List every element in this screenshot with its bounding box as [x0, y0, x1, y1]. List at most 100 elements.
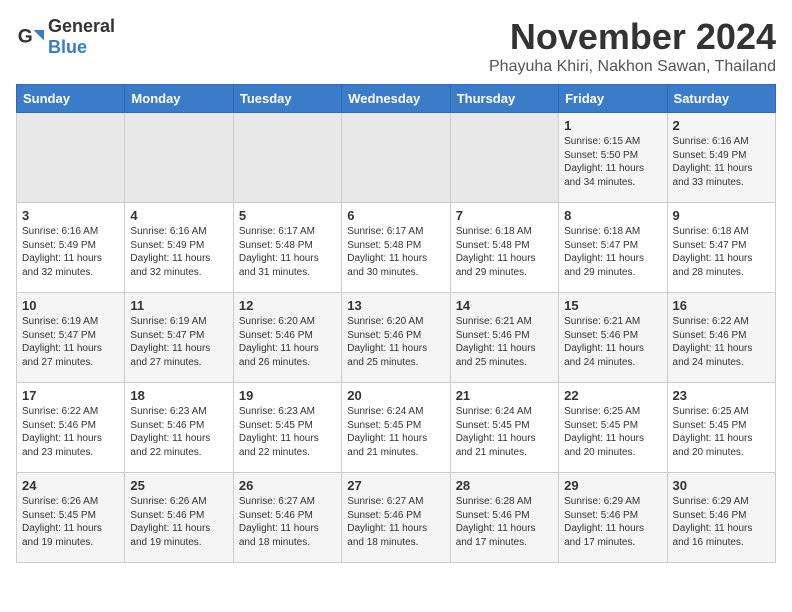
day-number: 20: [347, 388, 444, 403]
day-number: 16: [673, 298, 770, 313]
day-number: 17: [22, 388, 119, 403]
calendar-day-cell: 10Sunrise: 6:19 AM Sunset: 5:47 PM Dayli…: [17, 293, 125, 383]
day-number: 21: [456, 388, 553, 403]
calendar-day-cell: 6 Sunrise: 6:17 AM Sunset: 5:48 PM Daylig…: [342, 203, 450, 293]
day-info: Sunrise: 6:29 AM Sunset: 5:46 PM Dayligh…: [564, 495, 661, 549]
day-info: Sunrise: 6:29 AM Sunset: 5:46 PM Dayligh…: [673, 495, 770, 549]
calendar-day-cell: 14Sunrise: 6:21 AM Sunset: 5:46 PM Dayli…: [450, 293, 558, 383]
calendar-day-cell: 11 Sunrise: 6:19 AM Sunset: 5:47 PM Dayli…: [125, 293, 233, 383]
calendar-week-row: 3 Sunrise: 6:16 AM Sunset: 5:49 PM Daylig…: [17, 203, 776, 293]
calendar-day-cell: [450, 113, 558, 203]
calendar-day-cell: 15 Sunrise: 6:21 AM Sunset: 5:46 PM Dayli…: [559, 293, 667, 383]
day-info: Sunrise: 6:18 AM Sunset: 5:47 PM Dayligh…: [673, 225, 770, 279]
calendar-day-cell: 28 Sunrise: 6:28 AM Sunset: 5:46 PM Dayli…: [450, 473, 558, 563]
day-number: 1: [564, 118, 661, 133]
day-info: Sunrise: 6:25 AM Sunset: 5:45 PM Dayligh…: [673, 405, 770, 459]
day-info: Sunrise: 6:27 AM Sunset: 5:46 PM Dayligh…: [347, 495, 444, 549]
calendar-day-cell: [233, 113, 341, 203]
day-number: 12: [239, 298, 336, 313]
calendar-day-cell: 24 Sunrise: 6:26 AM Sunset: 5:45 PM Dayli…: [17, 473, 125, 563]
calendar-day-cell: 16Sunrise: 6:22 AM Sunset: 5:46 PM Dayli…: [667, 293, 775, 383]
day-info: Sunrise: 6:25 AM Sunset: 5:45 PM Dayligh…: [564, 405, 661, 459]
day-number: 28: [456, 478, 553, 493]
day-number: 18: [130, 388, 227, 403]
day-info: Sunrise: 6:17 AM Sunset: 5:48 PM Dayligh…: [347, 225, 444, 279]
day-info: Sunrise: 6:19 AM Sunset: 5:47 PM Dayligh…: [130, 315, 227, 369]
calendar-body: 1 Sunrise: 6:15 AM Sunset: 5:50 PM Daylig…: [17, 113, 776, 563]
day-number: 27: [347, 478, 444, 493]
day-info: Sunrise: 6:20 AM Sunset: 5:46 PM Dayligh…: [239, 315, 336, 369]
weekday-header-cell: Monday: [125, 85, 233, 113]
day-number: 29: [564, 478, 661, 493]
day-number: 14: [456, 298, 553, 313]
logo: G General Blue: [16, 16, 115, 58]
weekday-header-cell: Saturday: [667, 85, 775, 113]
day-info: Sunrise: 6:16 AM Sunset: 5:49 PM Dayligh…: [130, 225, 227, 279]
calendar-day-cell: 21 Sunrise: 6:24 AM Sunset: 5:45 PM Dayli…: [450, 383, 558, 473]
day-number: 7: [456, 208, 553, 223]
calendar-day-cell: 5 Sunrise: 6:17 AM Sunset: 5:48 PM Daylig…: [233, 203, 341, 293]
weekday-header-cell: Sunday: [17, 85, 125, 113]
calendar-day-cell: 4 Sunrise: 6:16 AM Sunset: 5:49 PM Daylig…: [125, 203, 233, 293]
weekday-header-cell: Wednesday: [342, 85, 450, 113]
day-info: Sunrise: 6:24 AM Sunset: 5:45 PM Dayligh…: [347, 405, 444, 459]
day-info: Sunrise: 6:26 AM Sunset: 5:46 PM Dayligh…: [130, 495, 227, 549]
calendar-week-row: 10Sunrise: 6:19 AM Sunset: 5:47 PM Dayli…: [17, 293, 776, 383]
svg-text:G: G: [18, 26, 33, 47]
day-number: 5: [239, 208, 336, 223]
calendar-day-cell: 8 Sunrise: 6:18 AM Sunset: 5:47 PM Daylig…: [559, 203, 667, 293]
calendar-day-cell: 29 Sunrise: 6:29 AM Sunset: 5:46 PM Dayli…: [559, 473, 667, 563]
day-number: 8: [564, 208, 661, 223]
calendar-day-cell: [125, 113, 233, 203]
calendar-day-cell: 19Sunrise: 6:23 AM Sunset: 5:45 PM Dayli…: [233, 383, 341, 473]
calendar-day-cell: 25Sunrise: 6:26 AM Sunset: 5:46 PM Dayli…: [125, 473, 233, 563]
logo-icon: G: [16, 23, 44, 51]
weekday-header-cell: Friday: [559, 85, 667, 113]
day-number: 22: [564, 388, 661, 403]
day-number: 11: [130, 298, 227, 313]
calendar-day-cell: [17, 113, 125, 203]
calendar-day-cell: 1 Sunrise: 6:15 AM Sunset: 5:50 PM Daylig…: [559, 113, 667, 203]
calendar-day-cell: 3Sunrise: 6:16 AM Sunset: 5:49 PM Daylig…: [17, 203, 125, 293]
page-header: G General Blue November 2024 Phayuha Khi…: [16, 16, 776, 76]
weekday-header-row: SundayMondayTuesdayWednesdayThursdayFrid…: [17, 85, 776, 113]
day-number: 3: [22, 208, 119, 223]
day-info: Sunrise: 6:17 AM Sunset: 5:48 PM Dayligh…: [239, 225, 336, 279]
day-info: Sunrise: 6:23 AM Sunset: 5:46 PM Dayligh…: [130, 405, 227, 459]
day-info: Sunrise: 6:23 AM Sunset: 5:45 PM Dayligh…: [239, 405, 336, 459]
day-number: 15: [564, 298, 661, 313]
calendar-week-row: 1 Sunrise: 6:15 AM Sunset: 5:50 PM Daylig…: [17, 113, 776, 203]
calendar-week-row: 24 Sunrise: 6:26 AM Sunset: 5:45 PM Dayli…: [17, 473, 776, 563]
day-info: Sunrise: 6:21 AM Sunset: 5:46 PM Dayligh…: [564, 315, 661, 369]
calendar-day-cell: 12 Sunrise: 6:20 AM Sunset: 5:46 PM Dayli…: [233, 293, 341, 383]
main-title: November 2024: [489, 16, 776, 58]
day-info: Sunrise: 6:28 AM Sunset: 5:46 PM Dayligh…: [456, 495, 553, 549]
day-info: Sunrise: 6:19 AM Sunset: 5:47 PM Dayligh…: [22, 315, 119, 369]
day-info: Sunrise: 6:24 AM Sunset: 5:45 PM Dayligh…: [456, 405, 553, 459]
day-info: Sunrise: 6:15 AM Sunset: 5:50 PM Dayligh…: [564, 135, 661, 189]
calendar-day-cell: 2Sunrise: 6:16 AM Sunset: 5:49 PM Daylig…: [667, 113, 775, 203]
day-number: 9: [673, 208, 770, 223]
calendar-day-cell: 18 Sunrise: 6:23 AM Sunset: 5:46 PM Dayli…: [125, 383, 233, 473]
day-number: 13: [347, 298, 444, 313]
calendar-day-cell: 9 Sunrise: 6:18 AM Sunset: 5:47 PM Daylig…: [667, 203, 775, 293]
day-info: Sunrise: 6:18 AM Sunset: 5:48 PM Dayligh…: [456, 225, 553, 279]
calendar-day-cell: 30Sunrise: 6:29 AM Sunset: 5:46 PM Dayli…: [667, 473, 775, 563]
logo-blue: Blue: [48, 37, 87, 57]
calendar-day-cell: 7 Sunrise: 6:18 AM Sunset: 5:48 PM Daylig…: [450, 203, 558, 293]
day-number: 24: [22, 478, 119, 493]
calendar-day-cell: 22 Sunrise: 6:25 AM Sunset: 5:45 PM Dayli…: [559, 383, 667, 473]
day-info: Sunrise: 6:20 AM Sunset: 5:46 PM Dayligh…: [347, 315, 444, 369]
day-number: 4: [130, 208, 227, 223]
calendar-day-cell: 17 Sunrise: 6:22 AM Sunset: 5:46 PM Dayli…: [17, 383, 125, 473]
day-info: Sunrise: 6:26 AM Sunset: 5:45 PM Dayligh…: [22, 495, 119, 549]
day-number: 6: [347, 208, 444, 223]
weekday-header-cell: Tuesday: [233, 85, 341, 113]
day-info: Sunrise: 6:22 AM Sunset: 5:46 PM Dayligh…: [22, 405, 119, 459]
weekday-header-cell: Thursday: [450, 85, 558, 113]
day-info: Sunrise: 6:18 AM Sunset: 5:47 PM Dayligh…: [564, 225, 661, 279]
logo-general: General: [48, 16, 115, 36]
calendar-day-cell: [342, 113, 450, 203]
title-section: November 2024 Phayuha Khiri, Nakhon Sawa…: [489, 16, 776, 76]
calendar-week-row: 17 Sunrise: 6:22 AM Sunset: 5:46 PM Dayli…: [17, 383, 776, 473]
